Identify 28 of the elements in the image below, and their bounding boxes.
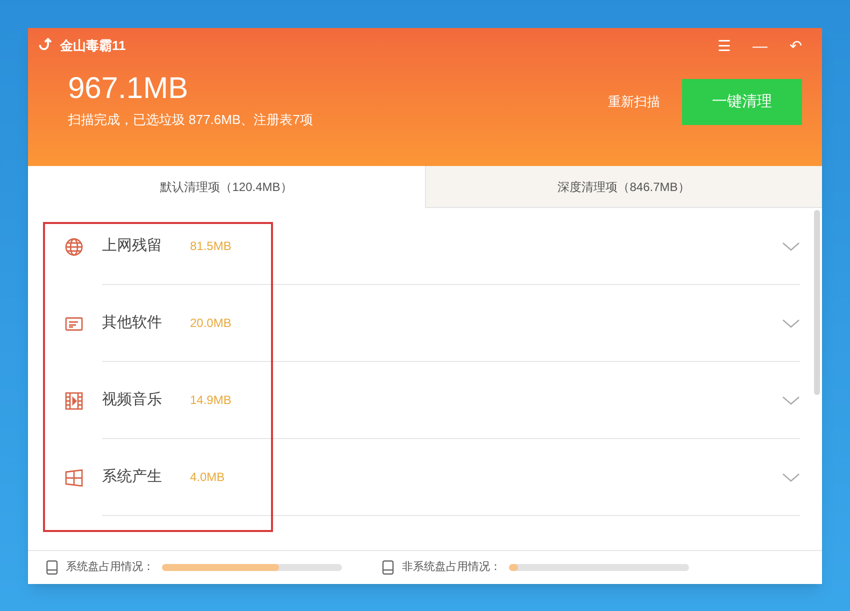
category-name: 其他软件 xyxy=(102,312,163,333)
category-size: 81.5MB xyxy=(190,238,232,255)
tab[interactable]: 深度清理项（846.7MB） xyxy=(426,166,822,208)
scrollbar[interactable] xyxy=(814,210,820,395)
clean-button[interactable]: 一键清理 xyxy=(682,78,802,125)
windows-icon xyxy=(64,468,84,488)
category-size: 20.0MB xyxy=(190,315,232,332)
category-size: 14.9MB xyxy=(190,392,232,409)
chevron-down-icon[interactable] xyxy=(782,396,800,404)
window-control-button[interactable]: — xyxy=(748,34,772,58)
chevron-down-icon[interactable] xyxy=(782,472,800,482)
window-control-button[interactable]: ☰ xyxy=(712,34,736,58)
category-name: 系统产生 xyxy=(102,466,163,487)
window-control-button[interactable]: ↶ xyxy=(784,34,808,58)
junk-size: 967.1MB xyxy=(68,74,190,104)
rescan-link[interactable]: 重新扫描 xyxy=(608,92,660,112)
chevron-down-icon[interactable] xyxy=(782,318,800,328)
window-title: 金山毒霸11 xyxy=(60,37,126,56)
category-name: 上网残留 xyxy=(102,236,163,256)
scan-summary: 扫描完成，已选垃圾 877.6MB、注册表7项 xyxy=(68,111,313,129)
disk-usage-label: 系统盘占用情况： xyxy=(66,560,154,576)
disk-usage-label: 非系统盘占用情况： xyxy=(402,560,501,576)
globe-icon xyxy=(64,236,84,256)
category-size: 4.0MB xyxy=(190,469,226,486)
category-name: 视频音乐 xyxy=(102,390,163,410)
film-icon xyxy=(64,390,84,410)
tab[interactable]: 默认清理项（120.4MB） xyxy=(28,166,426,208)
chevron-down-icon[interactable] xyxy=(782,242,800,250)
